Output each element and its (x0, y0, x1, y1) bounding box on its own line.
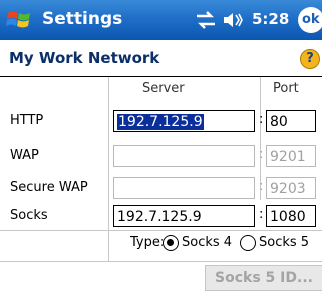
secure-wap-port-input[interactable]: 9203 (266, 177, 316, 199)
socks-server-input[interactable]: 192.7.125.9 (113, 205, 255, 227)
socks4-radio[interactable] (163, 235, 179, 251)
header-divider (0, 76, 322, 77)
grid-line (0, 261, 322, 262)
port-column-header: Port (273, 81, 299, 96)
http-server-value: 192.7.125.9 (117, 114, 204, 130)
separator: : (259, 112, 264, 127)
clock[interactable]: 5:28 (252, 10, 289, 28)
server-column-header: Server (142, 81, 185, 96)
socks-label: Socks (10, 208, 48, 223)
ok-button[interactable]: ok (298, 7, 322, 33)
http-server-input[interactable]: 192.7.125.9 (113, 110, 255, 132)
separator: : (259, 147, 264, 162)
secure-wap-server-input[interactable] (113, 177, 255, 199)
socks5-label[interactable]: Socks 5 (259, 235, 309, 250)
secure-wap-label: Secure WAP (10, 180, 88, 195)
wap-label: WAP (10, 148, 39, 163)
socks5-radio[interactable] (240, 235, 256, 251)
radio-selected-dot (167, 239, 174, 246)
volume-icon[interactable] (222, 10, 244, 30)
socks5-id-button[interactable]: Socks 5 ID... (205, 265, 322, 291)
socks4-label[interactable]: Socks 4 (182, 235, 232, 250)
http-label: HTTP (10, 113, 44, 128)
title-bar: Settings 5:28 ok (0, 0, 322, 40)
http-port-input[interactable]: 80 (266, 110, 316, 132)
wap-server-input[interactable] (113, 145, 255, 167)
page-title: My Work Network (9, 49, 160, 67)
socks-port-input[interactable]: 1080 (266, 205, 316, 227)
separator: : (259, 179, 264, 194)
windows-start-icon[interactable] (4, 5, 34, 35)
help-icon[interactable]: ? (300, 49, 320, 69)
grid-line (108, 77, 109, 261)
connectivity-icon[interactable] (194, 8, 218, 32)
wap-port-input[interactable]: 9201 (266, 145, 316, 167)
app-title: Settings (42, 9, 123, 29)
type-label: Type: (130, 235, 165, 250)
separator: : (259, 207, 264, 222)
grid-line (0, 230, 322, 231)
